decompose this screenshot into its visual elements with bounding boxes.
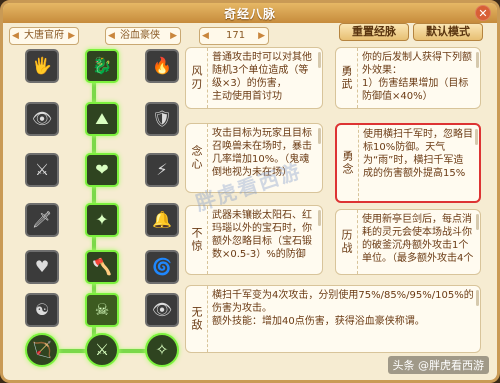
meridian-node-icon[interactable]: ♥ [25,250,59,284]
meridian-node-icon[interactable]: ✧ [145,333,179,367]
chevron-left-icon: ◀ [12,31,19,41]
reset-meridian-button[interactable]: 重置经脉 [339,23,409,41]
meridian-card: 不惊 武器未镶嵌太阳石、红玛瑙以外的宝石时，你额外忽略目标（宝石锻数×0.5-3）… [185,205,323,275]
meridian-description: 横扫千军变为4次攻击，分别使用75%/85%/95%/105%的伤害为攻击。 额… [212,290,474,327]
meridian-node-icon[interactable]: ⛰ [85,102,119,136]
meridian-name: 历战 [336,210,358,274]
meridian-node-icon[interactable]: 🔔 [145,203,179,237]
meridian-name: 风刃 [186,48,208,108]
meridian-node-icon[interactable]: 🏹 [25,333,59,367]
meridian-node-icon[interactable]: 🛡 [145,102,179,136]
meridian-card: 勇念 使用横扫千军时，忽略目标10%防御。天气为“雨”时，横扫千军造成的伤害额外提… [335,123,481,203]
level-select[interactable]: ◀ 171 ▶ [199,27,269,45]
default-mode-button[interactable]: 默认模式 [413,23,483,41]
meridian-node-icon[interactable]: ❤ [85,153,119,187]
meridian-name: 不惊 [186,206,208,274]
meridian-node-icon[interactable]: 🔥 [145,49,179,83]
chevron-left-icon: ◀ [202,31,209,41]
meridian-name: 无敌 [186,286,208,352]
meridian-node-icon[interactable]: 👁 [145,293,179,327]
close-icon[interactable]: ✕ [475,5,491,21]
meridian-description: 使用横扫千军时，忽略目标10%防御。天气为“雨”时，横扫千军造成的伤害额外提高1… [363,129,473,179]
title-bar: 奇经八脉 ✕ [3,3,497,23]
meridian-node-icon[interactable]: 🗡 [25,203,59,237]
scrollbar[interactable] [476,52,479,68]
source-label: 头条 @胖虎看西游 [387,356,489,374]
meridian-card: 风刃 普通攻击时可以对其他随机3个单位造成（等级×3）的伤害， 主动使用首讨功 [185,47,323,109]
meridian-window: 奇经八脉 ✕ ◀ 大唐官府 ▶ ◀ 浴血豪侠 ▶ ◀ 171 ▶ 重置经脉 默认… [0,0,500,383]
meridian-name: 念心 [186,124,208,192]
meridian-node-icon[interactable]: 🐉 [85,49,119,83]
scrollbar[interactable] [476,290,479,306]
meridian-description: 普通攻击时可以对其他随机3个单位造成（等级×3）的伤害， 主动使用首讨功 [212,52,312,102]
school-select[interactable]: ◀ 大唐官府 ▶ [9,27,79,45]
meridian-description: 你的后发制人获得下列额外效果： 1）伤害结果增加（目标防御值×40%） [362,52,472,102]
scrollbar[interactable] [318,210,321,226]
meridian-description: 使用新亭巨剑后，每点消耗的灵元会使本场战斗你的破釜沉舟额外攻击1个单位。（最多额… [362,214,474,264]
meridian-node-icon[interactable]: ⚔ [85,333,119,367]
scrollbar[interactable] [475,129,478,145]
meridian-card: 历战 使用新亭巨剑后，每点消耗的灵元会使本场战斗你的破釜沉舟额外攻击1个单位。（最… [335,209,481,275]
meridian-node-icon[interactable]: 👁 [25,102,59,136]
scrollbar[interactable] [476,214,479,230]
meridian-card: 勇武 你的后发制人获得下列额外效果： 1）伤害结果增加（目标防御值×40%） [335,47,481,109]
scrollbar[interactable] [318,52,321,68]
meridian-tree: 🖐 🐉 🔥 👁 ⛰ 🛡 ⚔ ❤ ⚡ 🗡 ✦ 🔔 ♥ 🪓 🌀 ☯ ☠ 👁 🏹 ⚔ ✧ [11,45,179,375]
meridian-card: 无敌 横扫千军变为4次攻击，分别使用75%/85%/95%/105%的伤害为攻击。… [185,285,481,353]
meridian-name: 勇念 [337,125,359,201]
meridian-node-icon[interactable]: ☯ [25,293,59,327]
school-value: 大唐官府 [24,30,64,41]
meridian-node-icon[interactable]: 🪓 [85,250,119,284]
chevron-right-icon: ▶ [258,31,265,41]
chevron-right-icon: ▶ [170,31,177,41]
faction-select[interactable]: ◀ 浴血豪侠 ▶ [105,27,181,45]
meridian-description: 武器未镶嵌太阳石、红玛瑙以外的宝石时，你额外忽略目标（宝石锻数×0.5-3）%的… [212,210,312,260]
meridian-name: 勇武 [336,48,358,108]
window-title: 奇经八脉 [223,7,276,21]
meridian-node-icon[interactable]: ⚡ [145,153,179,187]
chevron-left-icon: ◀ [108,31,115,41]
meridian-node-icon[interactable]: ✦ [85,203,119,237]
faction-value: 浴血豪侠 [120,30,160,41]
meridian-node-icon[interactable]: 🖐 [25,49,59,83]
meridian-node-icon[interactable]: ☠ [85,293,119,327]
meridian-node-icon[interactable]: 🌀 [145,250,179,284]
meridian-node-icon[interactable]: ⚔ [25,153,59,187]
chevron-right-icon: ▶ [68,31,75,41]
level-value: 171 [226,30,246,41]
scrollbar[interactable] [318,128,321,144]
